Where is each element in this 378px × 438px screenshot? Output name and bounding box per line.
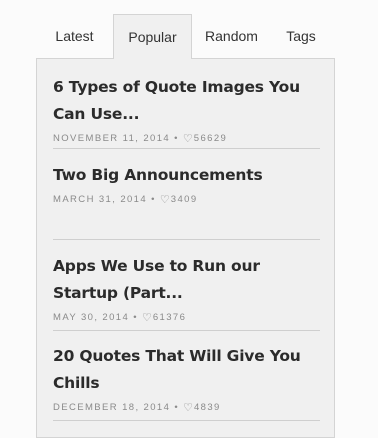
post-item: 20 Quotes That Will Give You Chills DECE… bbox=[53, 343, 320, 414]
meta-separator: • bbox=[133, 312, 138, 323]
post-item: 6 Types of Quote Images You Can Use... N… bbox=[53, 74, 320, 145]
post-item: Two Big Announcements MARCH 31, 2014 • ♡… bbox=[53, 162, 320, 206]
post-divider bbox=[53, 148, 320, 149]
post-title-link[interactable]: 6 Types of Quote Images You Can Use... bbox=[53, 74, 320, 128]
tab-popular[interactable]: Popular bbox=[113, 14, 192, 59]
post-item: Apps We Use to Run our Startup (Part... … bbox=[53, 253, 320, 324]
like-count: 4839 bbox=[193, 402, 221, 413]
post-meta: MAY 30, 2014 • ♡61376 bbox=[53, 311, 320, 324]
post-title-link[interactable]: 20 Quotes That Will Give You Chills bbox=[53, 343, 320, 397]
post-date: MARCH 31, 2014 bbox=[53, 194, 148, 205]
heart-icon: ♡ bbox=[182, 133, 193, 145]
meta-separator: • bbox=[151, 194, 156, 205]
heart-icon: ♡ bbox=[159, 194, 170, 206]
post-date: MAY 30, 2014 bbox=[53, 312, 130, 323]
tab-latest[interactable]: Latest bbox=[36, 14, 113, 58]
meta-separator: • bbox=[174, 402, 180, 413]
like-count: 61376 bbox=[152, 312, 187, 323]
meta-separator: • bbox=[174, 133, 179, 144]
post-divider bbox=[53, 330, 320, 331]
post-title-link[interactable]: Apps We Use to Run our Startup (Part... bbox=[53, 253, 320, 307]
tab-tags[interactable]: Tags bbox=[271, 14, 331, 58]
post-meta: MARCH 31, 2014 • ♡3409 bbox=[53, 193, 320, 206]
like-count: 3409 bbox=[170, 194, 198, 205]
post-divider bbox=[53, 239, 320, 240]
popular-posts-panel: 6 Types of Quote Images You Can Use... N… bbox=[36, 58, 335, 438]
tab-bar: Latest Popular Random Tags bbox=[36, 14, 342, 59]
post-meta: NOVEMBER 11, 2014 • ♡56629 bbox=[53, 132, 320, 145]
heart-icon: ♡ bbox=[141, 312, 152, 324]
post-date: DECEMBER 18, 2014 bbox=[53, 402, 171, 413]
post-meta: DECEMBER 18, 2014 • ♡4839 bbox=[53, 401, 320, 414]
post-title-link[interactable]: Two Big Announcements bbox=[53, 162, 320, 189]
heart-icon: ♡ bbox=[183, 402, 193, 414]
post-date: NOVEMBER 11, 2014 bbox=[53, 133, 171, 144]
tab-random[interactable]: Random bbox=[192, 14, 271, 58]
post-divider bbox=[53, 420, 320, 421]
like-count: 56629 bbox=[193, 133, 228, 144]
